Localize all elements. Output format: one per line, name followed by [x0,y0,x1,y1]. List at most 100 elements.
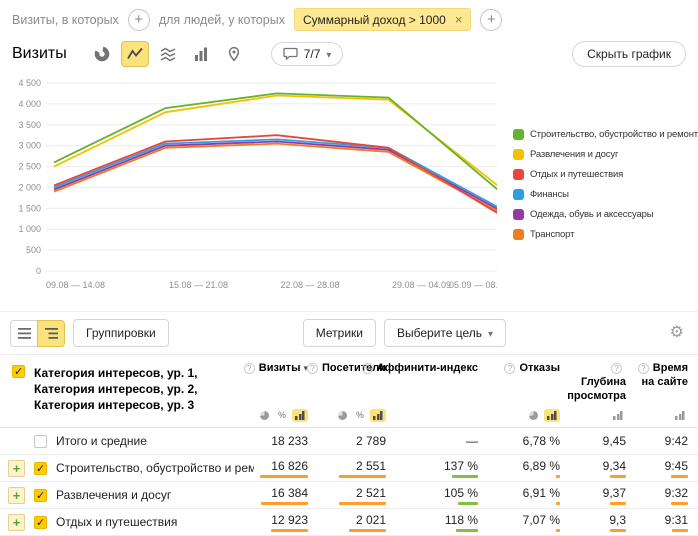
legend-item[interactable]: Отдых и путешествия [513,169,698,180]
column-header-label: Визиты [244,362,308,376]
metric-display-toggles [672,409,688,422]
segment-tag[interactable]: Суммарный доход > 1000 [294,8,471,31]
select-all-checkbox[interactable] [12,365,25,378]
percent-toggle-icon[interactable] [353,409,367,422]
row-checkbox[interactable] [34,462,47,475]
metric-value-cell: 9:31 [636,513,698,532]
pie-toggle-icon[interactable] [335,409,350,422]
metric-value: 6,89 % [523,459,560,473]
metric-value-cell: 2 521 [318,486,396,505]
help-icon [307,363,318,374]
bar-chart-icon [193,46,209,62]
legend-label: Транспорт [530,229,574,240]
table-controls: Группировки Метрики Выберите цель [0,311,698,354]
view-mode-toggle [10,320,65,347]
bars-toggle-icon[interactable] [370,409,386,422]
view-list-button[interactable] [10,320,38,347]
metric-value: 16 826 [271,459,308,473]
legend-item[interactable]: Финансы [513,189,698,200]
svg-text:09.08 — 14.08: 09.08 — 14.08 [46,280,105,290]
metric-mini-bar [456,529,478,532]
pie-toggle-icon[interactable] [257,409,272,422]
help-icon [611,363,622,374]
view-tree-button[interactable] [37,320,65,347]
settings-gear-icon[interactable] [670,325,684,341]
metric-value-cell: 2 021 [318,513,396,532]
bars-toggle-icon[interactable] [610,409,626,422]
comments-dropdown-button[interactable]: 7/7 [271,42,344,66]
row-checkbox[interactable] [34,435,47,448]
add-visits-condition-button[interactable] [128,9,150,31]
metric-value: 2 551 [356,459,386,473]
bars-toggle-icon[interactable] [672,409,688,422]
metric-value: 9,34 [603,459,626,473]
metric-mini-bar [339,502,386,505]
legend-item[interactable]: Одежда, обувь и аксессуары [513,209,698,220]
row-checkbox[interactable] [34,489,47,502]
legend-item[interactable]: Развлечения и досуг [513,149,698,160]
metric-mini-bar [349,529,386,532]
legend-item[interactable]: Транспорт [513,229,698,240]
pie-toggle-icon[interactable] [526,409,541,422]
row-label-cell: Отдых и путешествия [0,514,254,531]
bars-glyph [373,411,383,420]
help-icon [244,363,255,374]
column-header[interactable]: Отказы [488,362,570,422]
legend-label: Финансы [530,189,569,200]
metric-mini-bar [458,502,478,505]
metric-value-cell: 7,07 % [488,513,570,532]
svg-text:500: 500 [26,245,41,255]
metric-value-cell: 9,45 [570,434,636,448]
metric-value: 9:32 [665,486,688,500]
row-label[interactable]: Отдых и путешествия [56,515,177,529]
percent-glyph [356,411,364,420]
metric-value-cell: 105 % [396,486,488,505]
svg-text:0: 0 [36,266,41,276]
chart-area: 05001 0001 5002 0002 5003 0003 5004 0004… [0,69,698,305]
chevron-down-icon [488,326,493,340]
bars-toggle-icon[interactable] [292,409,308,422]
table-body: Итого и средние18 2332 789—6,78 %9,459:4… [0,428,698,536]
row-label[interactable]: Строительство, обустройство и ремонт [56,461,254,475]
hide-chart-button[interactable]: Скрыть график [572,41,686,67]
metric-value-cell: 137 % [396,459,488,478]
expand-row-button[interactable] [8,514,25,531]
pie-chart-icon [94,46,110,62]
goal-selector-button[interactable]: Выберите цель [384,319,506,347]
column-header[interactable]: Аффинити-индекс [396,362,488,422]
column-header-label: Отказы [504,362,560,376]
metrics-button[interactable]: Метрики [303,319,376,347]
legend-label: Отдых и путешествия [530,169,623,180]
groupings-button[interactable]: Группировки [73,319,169,347]
expand-row-button[interactable] [8,460,25,477]
column-header[interactable]: Глубина просмотра [570,362,636,422]
stacked-lines-icon [160,46,176,62]
help-icon [638,363,649,374]
add-people-condition-button[interactable] [480,9,502,31]
percent-toggle-icon[interactable] [275,409,289,422]
row-label[interactable]: Развлечения и досуг [56,488,171,502]
svg-text:4 000: 4 000 [18,99,41,109]
map-chart-type-button[interactable] [220,41,248,67]
legend-item[interactable]: Строительство, обустройство и ремонт [513,129,698,140]
column-header[interactable]: Время на сайте [636,362,698,422]
metric-value: 9,45 [603,434,626,448]
pie-glyph [260,411,269,420]
bar-chart-type-button[interactable] [187,41,215,67]
bars-toggle-icon[interactable] [544,409,560,422]
expand-slot [8,487,25,504]
legend-label: Одежда, обувь и аксессуары [530,209,653,220]
remove-segment-icon[interactable] [455,12,463,27]
line-chart-type-button[interactable] [121,41,149,67]
stacked-chart-type-button[interactable] [154,41,182,67]
pie-chart-type-button[interactable] [88,41,116,67]
metric-value: 16 384 [271,486,308,500]
metric-value: — [466,434,478,448]
metric-value: 9,37 [603,486,626,500]
metric-value-cell: 16 826 [254,459,318,478]
expand-row-button[interactable] [8,487,25,504]
map-pin-icon [226,46,242,62]
metric-value: 2 521 [356,486,386,500]
metric-mini-bar [339,475,386,478]
metric-mini-bar [671,475,688,478]
